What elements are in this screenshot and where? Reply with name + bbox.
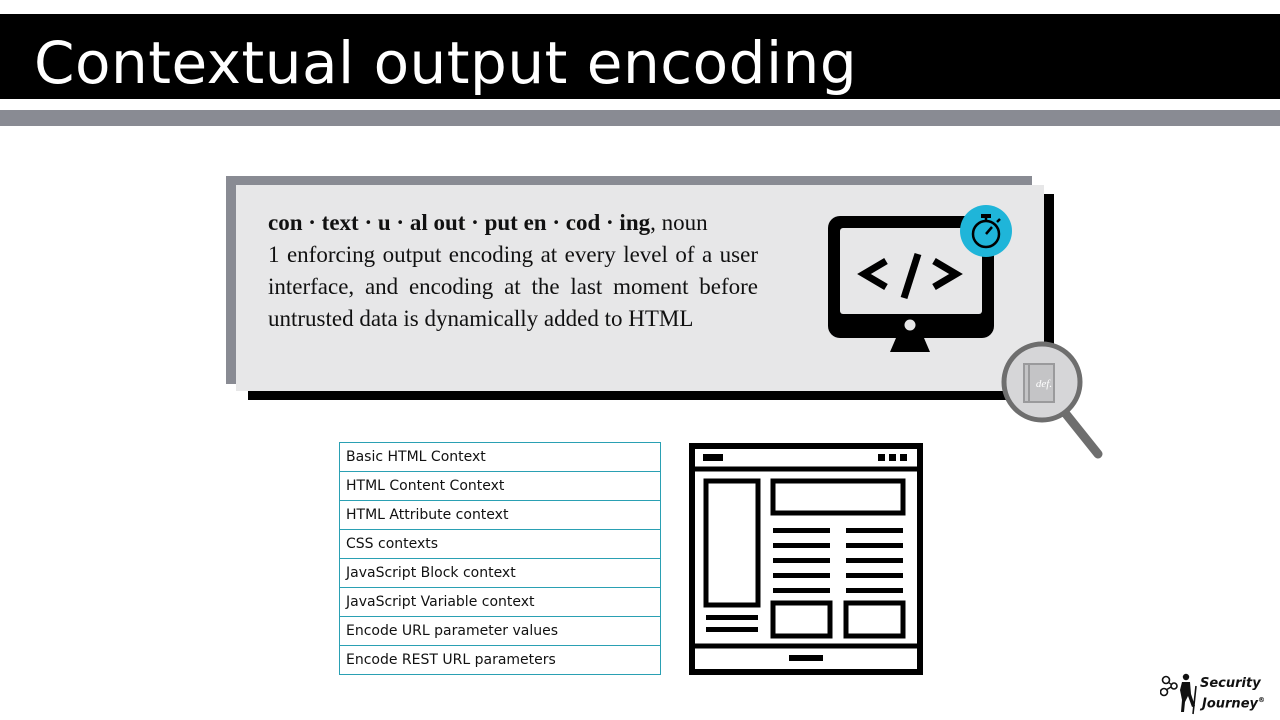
- title-divider: [0, 110, 1280, 126]
- definition-part-of-speech: , noun: [650, 210, 708, 235]
- definition-sense: 1 enforcing output encoding at every lev…: [268, 242, 758, 331]
- table-row: JavaScript Block context: [339, 558, 661, 588]
- logo-text: Security Journey®: [1200, 676, 1265, 712]
- table-row: Basic HTML Context: [339, 442, 661, 472]
- stopwatch-icon: [960, 205, 1012, 257]
- magnifying-glass-book-icon: def.: [1001, 341, 1103, 459]
- web-page-layout-icon: [689, 443, 923, 675]
- security-journey-logo: Security Journey®: [1160, 672, 1270, 716]
- context-cell: Encode URL parameter values: [339, 616, 661, 646]
- context-cell: HTML Content Context: [339, 471, 661, 501]
- context-cell: Encode REST URL parameters: [339, 645, 661, 675]
- magnifier-label: def.: [1036, 378, 1052, 390]
- context-cell: CSS contexts: [339, 529, 661, 559]
- registered-mark: ®: [1257, 696, 1265, 704]
- context-cell: JavaScript Block context: [339, 558, 661, 588]
- hiker-network-icon: [1160, 673, 1197, 715]
- table-row: Encode REST URL parameters: [339, 645, 661, 675]
- definition-text: con · text · u · al out · put en · cod ·…: [268, 207, 758, 335]
- context-cell: HTML Attribute context: [339, 500, 661, 530]
- context-cell: Basic HTML Context: [339, 442, 661, 472]
- table-row: CSS contexts: [339, 529, 661, 559]
- slide-title: Contextual output encoding: [34, 29, 858, 97]
- title-bar: Contextual output encoding: [0, 14, 1280, 99]
- table-row: JavaScript Variable context: [339, 587, 661, 617]
- logo-line-1: Security: [1200, 676, 1261, 691]
- contexts-table: Basic HTML Context HTML Content Context …: [339, 442, 661, 675]
- table-row: HTML Attribute context: [339, 500, 661, 530]
- definition-term: con · text · u · al out · put en · cod ·…: [268, 210, 651, 235]
- monitor-code-icon: [828, 205, 1012, 352]
- logo-line-2: Journey: [1202, 696, 1258, 712]
- context-cell: JavaScript Variable context: [339, 587, 661, 617]
- table-row: HTML Content Context: [339, 471, 661, 501]
- table-row: Encode URL parameter values: [339, 616, 661, 646]
